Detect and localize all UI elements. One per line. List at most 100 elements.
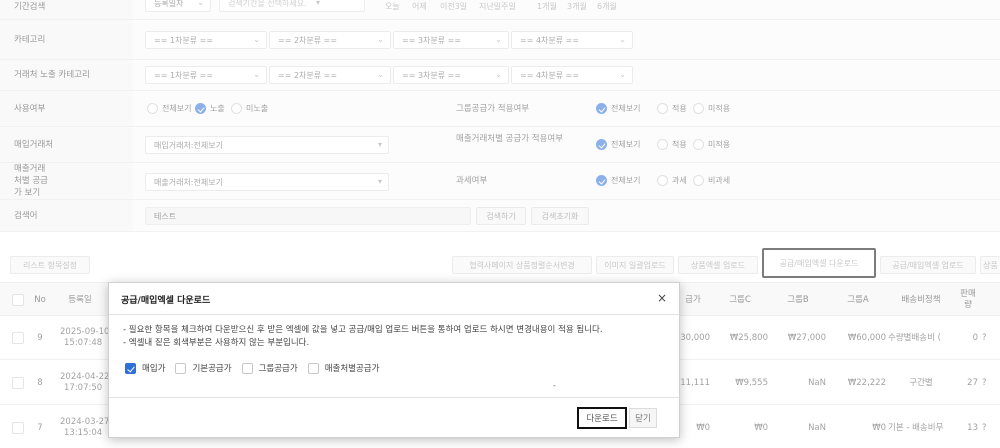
close-icon[interactable]: × xyxy=(657,291,667,305)
chevron-down-icon: ⌄ xyxy=(495,70,502,79)
row-checkbox[interactable] xyxy=(10,406,26,448)
category-1-select[interactable]: == 1차분류 == ⌄ xyxy=(145,31,267,49)
search-button[interactable]: 검색하기 xyxy=(476,207,526,225)
row-checkbox[interactable] xyxy=(10,361,26,405)
vendor-category-2-select[interactable]: == 2차분류 == ⌄ xyxy=(269,66,391,84)
checkbox-icon[interactable] xyxy=(307,362,319,374)
header-sale: 판매량 xyxy=(960,289,976,310)
chevron-down-icon: ⌄ xyxy=(377,35,384,44)
option-group-supply[interactable]: 그룹공급가 xyxy=(259,362,298,374)
period-label: 기간검색 xyxy=(0,0,133,19)
product-excel-upload-button[interactable]: 상품엑셀 업로드 xyxy=(678,256,758,274)
radio-icon xyxy=(657,103,668,114)
period-type-select[interactable]: 등록일자 ⌄ xyxy=(145,0,211,12)
radio-icon xyxy=(693,175,704,186)
quick-yesterday[interactable]: 어제 xyxy=(412,1,427,12)
chevron-down-icon: ⌄ xyxy=(619,70,626,79)
quick-3days[interactable]: 이전3일 xyxy=(440,1,467,12)
quick-week[interactable]: 지난일주일 xyxy=(479,1,516,12)
tax-option-exempt[interactable]: 비과세 xyxy=(693,175,730,186)
modal-note: - 엑셀내 짙은 회색부분은 사용하지 않는 부분입니다. xyxy=(123,338,310,348)
row-date: 2025-09-10 15:07:48 xyxy=(60,327,110,348)
modal-header: 공급/매입엑셀 다운로드 × xyxy=(109,283,679,315)
header-shipping: 배송비정책 xyxy=(901,294,941,305)
row-group-b: NaN xyxy=(808,422,826,433)
usage-option-hidden[interactable]: 미노출 xyxy=(231,103,268,114)
header-group-a: 그룹A xyxy=(847,294,869,305)
option-base-supply[interactable]: 기본공급가 xyxy=(192,362,231,374)
caret-down-icon: ▾ xyxy=(377,177,382,186)
row-extra: ? xyxy=(982,332,987,343)
supply-excel-download-modal: 공급/매입엑셀 다운로드 × - 필요한 항목을 체크하여 다운받으신 후 받은… xyxy=(108,282,680,438)
checkbox-checked-icon[interactable] xyxy=(125,362,136,374)
row-no: 8 xyxy=(37,377,43,388)
keyword-input[interactable]: 테스트 xyxy=(145,207,471,225)
category-row: 카테고리 == 1차분류 == ⌄ == 2차분류 == ⌄ == 3차분류 == ⌄… xyxy=(0,20,1000,60)
row-no: 9 xyxy=(37,332,43,343)
checkbox-icon xyxy=(12,377,24,389)
close-button[interactable]: 닫기 xyxy=(629,408,657,428)
row-shipping: 수량별배송비 ( xyxy=(888,332,941,343)
caret-down-icon: ▾ xyxy=(315,0,320,7)
group-supply-option-all[interactable]: 전체보기 xyxy=(596,103,640,114)
sales-vendor-select[interactable]: 매출거래처:전체보기 ▾ xyxy=(145,173,389,191)
supply-excel-upload-button[interactable]: 공급/매입엑셀 업로드 xyxy=(880,256,976,274)
category-2-select[interactable]: == 2차분류 == ⌄ xyxy=(269,31,391,49)
quick-today[interactable]: 오늘 xyxy=(385,1,400,12)
row-group-a: ₩60,000 xyxy=(847,332,886,343)
image-bulk-upload-button[interactable]: 이미지 일괄업로드 xyxy=(596,256,674,274)
list-settings-button[interactable]: 리스트 항목설정 xyxy=(10,256,90,274)
download-button[interactable]: 다운로드 xyxy=(577,407,627,429)
sales-supply-option-none[interactable]: 미적용 xyxy=(693,139,730,150)
chevron-down-icon: ⌄ xyxy=(253,35,260,44)
purchase-vendor-select[interactable]: 매입거래처:전체보기 ▾ xyxy=(145,136,389,154)
date-range-input[interactable]: 검색기간을 선택하세요. ▾ xyxy=(219,0,365,12)
category-3-select[interactable]: == 3차분류 == ⌄ xyxy=(393,31,509,49)
reset-search-button[interactable]: 검색초기화 xyxy=(531,207,589,225)
checkbox-icon[interactable] xyxy=(175,362,187,374)
radio-checked-icon xyxy=(596,175,607,186)
tax-option-all[interactable]: 전체보기 xyxy=(596,175,640,186)
partner-sort-button[interactable]: 협력사페이지 상품정렬순서변경 xyxy=(452,256,592,274)
header-date: 등록일 xyxy=(68,294,92,305)
checkbox-icon xyxy=(12,332,24,344)
vendor-category-4-select[interactable]: == 4차분류 == ⌄ xyxy=(511,66,633,84)
keyword-label: 검색어 xyxy=(0,200,133,231)
tax-option-taxable[interactable]: 과세 xyxy=(657,175,687,186)
vendor-category-1-select[interactable]: == 1차분류 == ⌄ xyxy=(145,66,267,84)
period-row: 기간검색 등록일자 ⌄ 검색기간을 선택하세요. ▾ 오늘 어제 이전3일 지난… xyxy=(0,0,1000,20)
vendor-category-label: 거래처 노출 카테고리 xyxy=(0,60,133,90)
option-purchase-price[interactable]: 매입가 xyxy=(142,362,165,374)
row-group-a: ₩0 xyxy=(872,422,886,433)
row-group-c: ₩25,800 xyxy=(729,332,768,343)
row-shipping: 구간별 xyxy=(909,377,933,388)
usage-option-all[interactable]: 전체보기 xyxy=(147,103,191,114)
category-label: 카테고리 xyxy=(0,20,133,59)
row-sale: 27 xyxy=(967,377,978,388)
radio-icon xyxy=(231,103,242,114)
row-checkbox[interactable] xyxy=(10,316,26,360)
modal-title: 공급/매입엑셀 다운로드 xyxy=(121,296,211,306)
quick-3month[interactable]: 3개월 xyxy=(567,1,587,12)
vendor-category-row: 거래처 노출 카테고리 == 1차분류 == ⌄ == 2차분류 == ⌄ == 3… xyxy=(0,60,1000,91)
checkbox-icon[interactable] xyxy=(241,362,253,374)
quick-6month[interactable]: 6개월 xyxy=(597,1,617,12)
radio-checked-icon xyxy=(195,103,206,114)
product-more-button[interactable]: 상품 xyxy=(980,256,1000,274)
sales-supply-option-all[interactable]: 전체보기 xyxy=(596,139,640,150)
vendor-category-3-select[interactable]: == 3차분류 == ⌄ xyxy=(393,66,509,84)
group-supply-option-apply[interactable]: 적용 xyxy=(657,103,687,114)
radio-icon xyxy=(147,103,158,114)
group-supply-option-none[interactable]: 미적용 xyxy=(693,103,730,114)
select-all-checkbox[interactable] xyxy=(10,283,26,317)
sales-vendor-view-label: 매출거래처별 공급가 보기 xyxy=(0,163,133,199)
chevron-down-icon: ⌄ xyxy=(495,35,502,44)
category-4-select[interactable]: == 4차분류 == ⌄ xyxy=(511,31,633,49)
sales-supply-option-apply[interactable]: 적용 xyxy=(657,139,687,150)
option-vendor-supply[interactable]: 매출처별공급가 xyxy=(325,362,380,374)
quick-1month[interactable]: 1개월 xyxy=(537,1,557,12)
usage-option-visible[interactable]: 노출 xyxy=(195,103,225,114)
tax-label: 과세여부 xyxy=(456,176,488,186)
purchase-vendor-row: 매입거래처 매입거래처:전체보기 ▾ 매출거래처별 공급가 적용여부 전체보기 적… xyxy=(0,127,1000,163)
supply-excel-download-button[interactable]: 공급/매입엑셀 다운로드 xyxy=(762,248,876,278)
